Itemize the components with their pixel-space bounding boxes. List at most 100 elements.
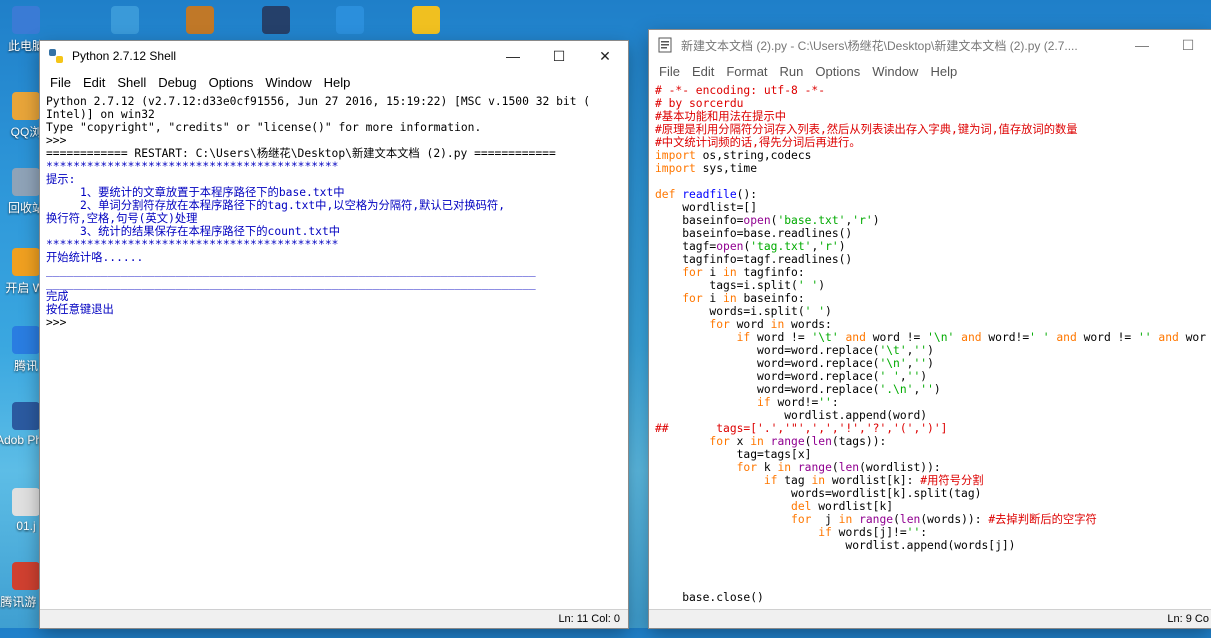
shell-line: 提示: [46,173,76,186]
code-line: for i in tagfinfo: [655,266,1205,279]
app-icon [262,6,290,34]
menu-shell[interactable]: Shell [111,75,152,90]
code-token: ) [818,279,826,292]
app-icon [336,6,364,34]
close-button[interactable]: ✕ [582,41,628,71]
code-token: : [920,526,928,539]
app-icon [186,6,214,34]
code-token: for [736,461,758,474]
menu-options[interactable]: Options [809,64,866,79]
code-token: word!= [981,331,1030,344]
desktop-top-icon[interactable] [246,6,306,37]
code-token: range [797,461,832,474]
code-token: 'base.txt' [777,214,846,227]
menu-debug[interactable]: Debug [152,75,202,90]
shell-line: 1、要统计的文章放置于本程序路径下的base.txt中 [46,186,345,199]
menu-help[interactable]: Help [924,64,963,79]
code-token: ' ' [804,305,826,318]
shell-line: 开始统计咯...... [46,251,144,264]
code-line: if tag in wordlist[k]: #用符号分割 [655,474,1205,487]
code-token: words=i.split( [655,305,805,318]
code-line: if word!='': [655,396,1205,409]
editor-menubar: File Edit Format Run Options Window Help [649,60,1211,82]
code-token: base.close() [655,591,764,604]
editor-maximize-button[interactable]: ☐ [1165,30,1211,60]
menu-run[interactable]: Run [774,64,810,79]
code-token: ( [831,461,839,474]
shell-titlebar[interactable]: Python 2.7.12 Shell — ☐ ✕ [40,41,628,71]
code-token: #原理是利用分隔符分词存入列表,然后从列表读出存入字典,键为词,值存放词的数量 [655,123,1078,136]
code-token: ) [872,214,880,227]
code-token: , [899,370,907,383]
menu-options[interactable]: Options [203,75,260,90]
code-token: ( [893,513,900,526]
code-token: word != [750,331,812,344]
code-token: # by sorcerdu [655,97,744,110]
code-line: for k in range(len(wordlist)): [655,461,1205,474]
code-token: (words)): [920,513,989,526]
menu-file[interactable]: File [44,75,77,90]
desktop-top-icon[interactable] [396,6,456,37]
shell-line: 2、单词分割符存放在本程序路径下的tag.txt中,以空格为分隔符,默认已对换码… [46,199,506,212]
menu-file[interactable]: File [653,64,686,79]
shell-line: Type "copyright", "credits" or "license(… [46,121,482,134]
code-token: ' ' [797,279,819,292]
shell-line: ________________________________________… [46,277,536,290]
app-icon [111,6,139,34]
shell-line: 3、统计的结果保存在本程序路径下的count.txt中 [46,225,341,238]
code-token: ) [927,344,934,357]
app-icon [12,248,40,276]
code-token: word [729,318,771,331]
code-token: readfile [682,188,737,201]
desktop-top-icon[interactable] [320,6,380,37]
desktop-top-icon[interactable] [170,6,230,37]
code-line: del wordlist[k] [655,500,1205,513]
shell-output[interactable]: Python 2.7.12 (v2.7.12:d33e0cf91556, Jun… [40,93,628,637]
code-token: '\n' [879,357,907,370]
menu-help[interactable]: Help [318,75,357,90]
python-shell-window[interactable]: Python 2.7.12 Shell — ☐ ✕ File Edit Shell D… [40,41,628,628]
code-token: '' [920,383,934,396]
app-icon [12,402,40,430]
code-token: in [777,461,792,474]
menu-format[interactable]: Format [720,64,773,79]
menu-edit[interactable]: Edit [686,64,720,79]
code-token: and [845,331,866,344]
menu-window[interactable]: Window [866,64,924,79]
code-token: ) [933,383,941,396]
code-token: #去掉判断后的空字符 [988,513,1097,526]
editor-titlebar[interactable]: 新建文本文档 (2).py - C:\Users\杨继花\Desktop\新建文… [649,30,1211,60]
code-token: range [859,513,894,526]
code-token: if [736,331,751,344]
code-token: '' [913,344,928,357]
code-token: words=wordlist[k].split(tag) [655,487,982,500]
editor-minimize-button[interactable]: — [1119,30,1165,60]
code-token: baseinfo= [655,214,744,227]
editor-code[interactable]: # -*- encoding: utf-8 -*- # by sorcerdu #基… [649,82,1211,638]
shell-status-text: Ln: 11 Col: 0 [558,613,620,625]
editor-window[interactable]: 新建文本文档 (2).py - C:\Users\杨继花\Desktop\新建文… [649,30,1211,628]
code-token: '.\n' [879,383,914,396]
code-line: #中文统计词频的话,得先分词后再进行。 [655,136,1205,149]
menu-edit[interactable]: Edit [77,75,111,90]
app-icon [12,326,40,354]
code-line: # by sorcerdu [655,97,1205,110]
code-token: tagf= [655,240,717,253]
maximize-button[interactable]: ☐ [536,41,582,71]
code-token: '\t' [811,331,839,344]
minimize-button[interactable]: — [490,41,536,71]
app-icon [12,562,40,590]
code-line: for word in words: [655,318,1205,331]
code-token: '' [906,526,921,539]
menu-window[interactable]: Window [259,75,317,90]
code-token: '\t' [879,344,907,357]
code-token: word=word.replace( [655,344,880,357]
code-token: and [1158,331,1179,344]
desktop-top-icon[interactable] [95,6,155,37]
code-token: '' [1138,331,1152,344]
code-token: for [682,292,703,305]
